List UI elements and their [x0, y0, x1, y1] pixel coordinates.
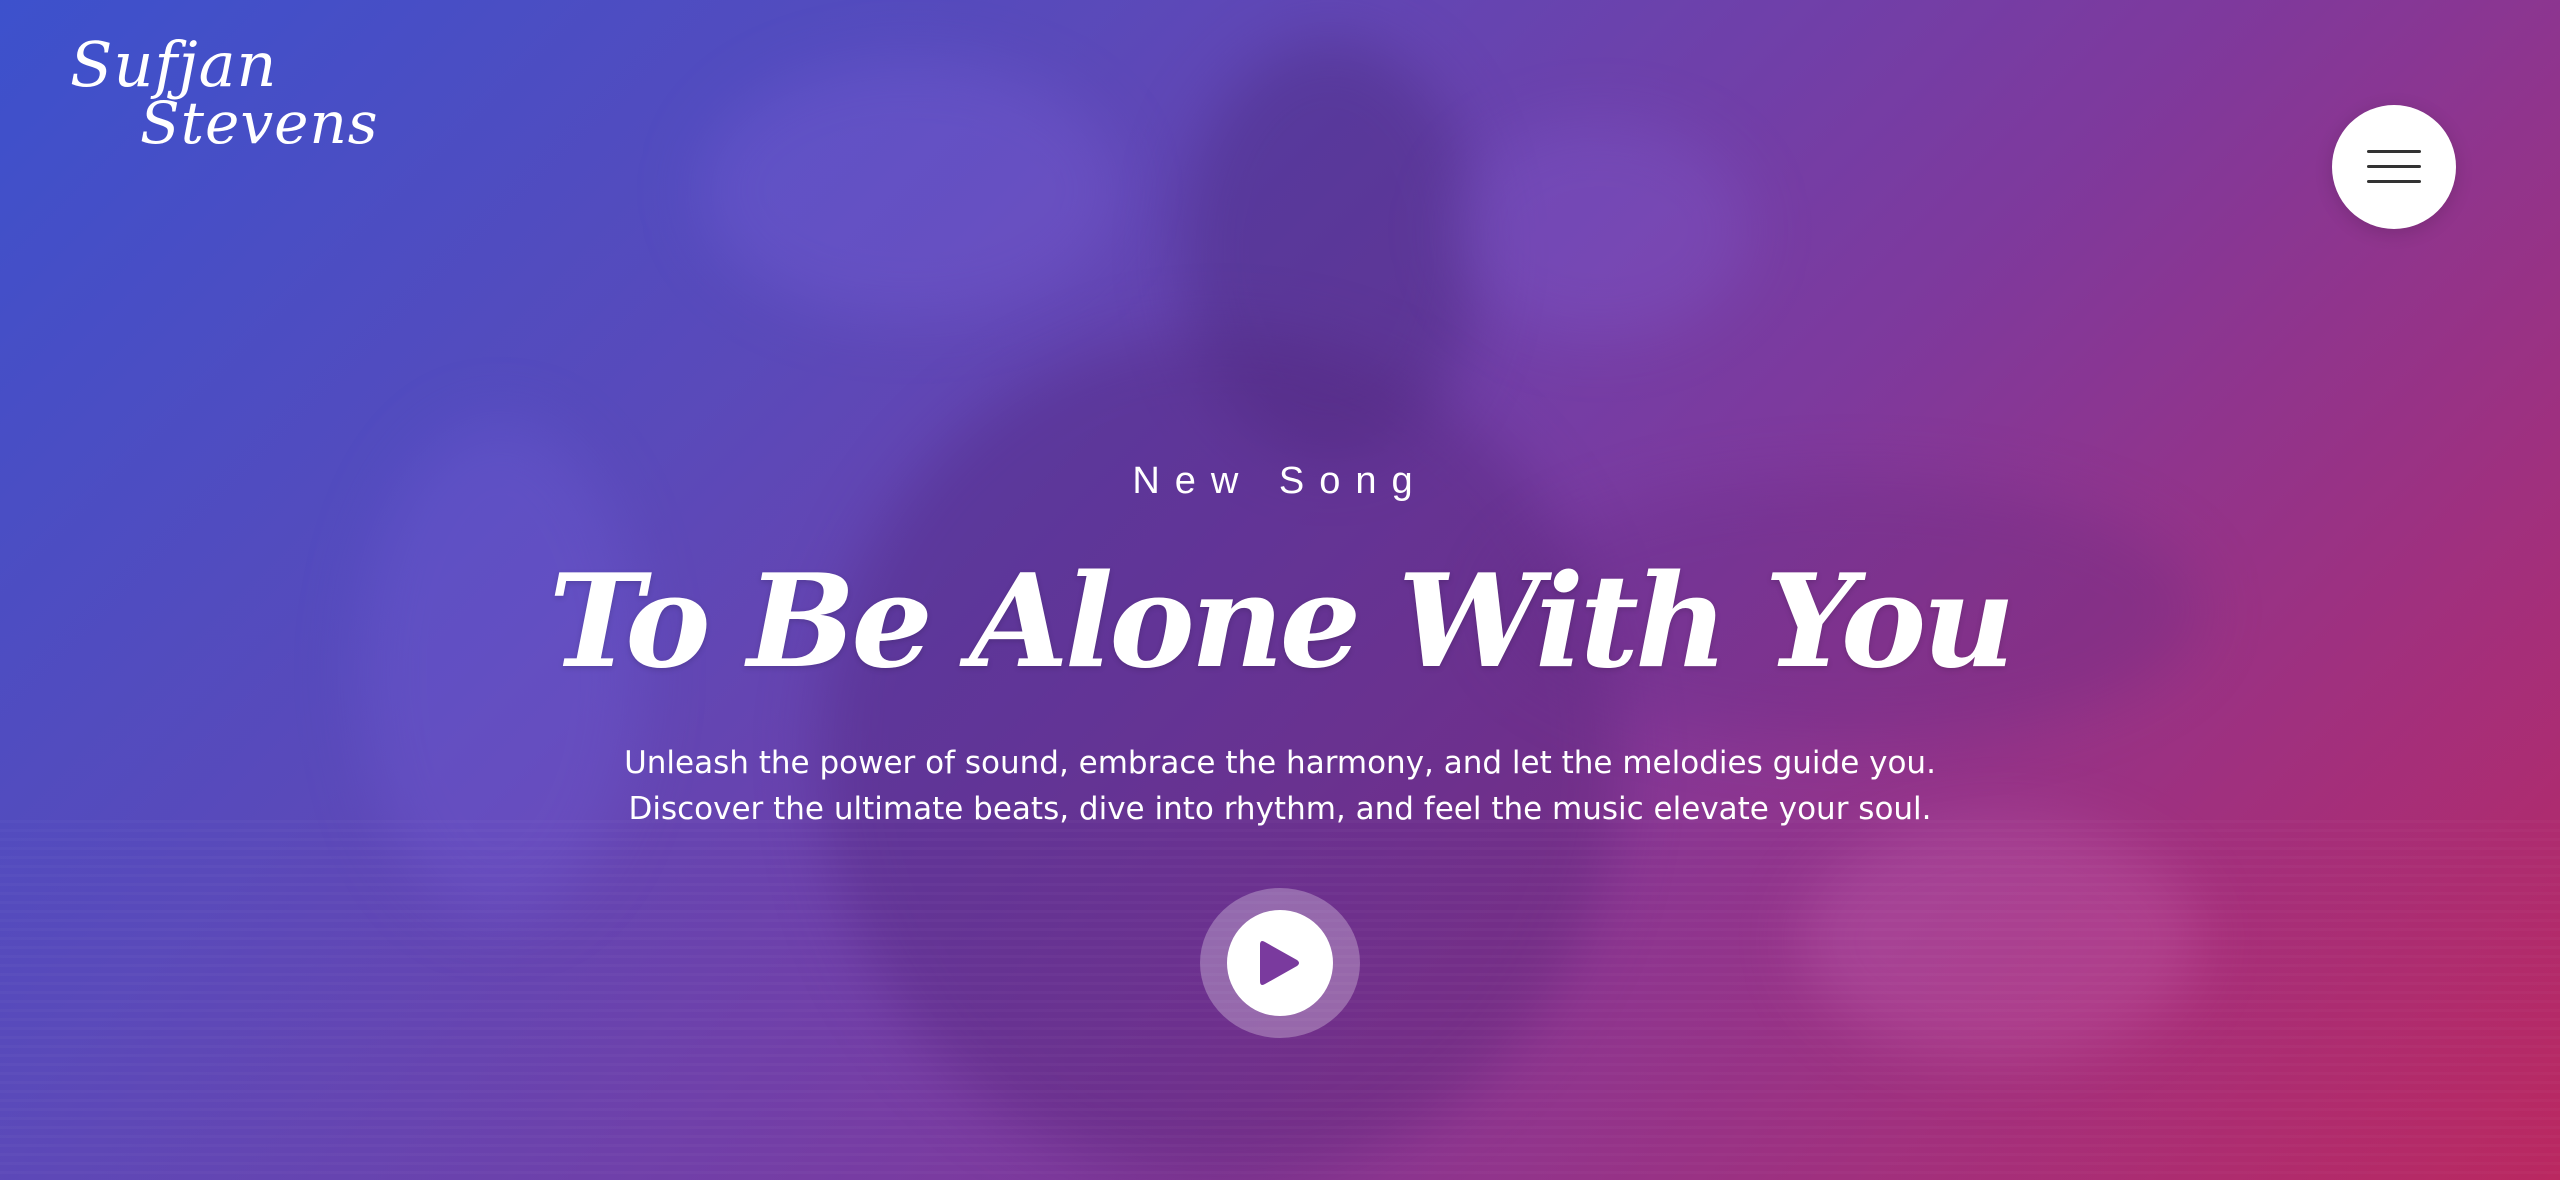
- hero-section: Sufjan Stevens New Song To Be Alone With…: [0, 0, 2560, 1180]
- hero-content: New Song To Be Alone With You Unleash th…: [0, 460, 2560, 832]
- play-button[interactable]: [1200, 888, 1360, 1038]
- menu-button[interactable]: [2332, 105, 2456, 229]
- play-button-circle: [1227, 910, 1333, 1016]
- description-line-2: Discover the ultimate beats, dive into r…: [628, 791, 1932, 827]
- brand-logo-line2: Stevens: [140, 89, 379, 157]
- song-label: New Song: [1132, 460, 1428, 502]
- brand-logo[interactable]: Sufjan Stevens: [70, 28, 378, 174]
- play-icon: [1260, 941, 1299, 985]
- description-line-1: Unleash the power of sound, embrace the …: [624, 745, 1936, 781]
- song-title: To Be Alone With You: [548, 547, 2016, 697]
- hero-description: Unleash the power of sound, embrace the …: [0, 740, 2560, 832]
- hamburger-icon: [2367, 150, 2421, 184]
- brand-logo-line1: Sufjan: [70, 28, 278, 101]
